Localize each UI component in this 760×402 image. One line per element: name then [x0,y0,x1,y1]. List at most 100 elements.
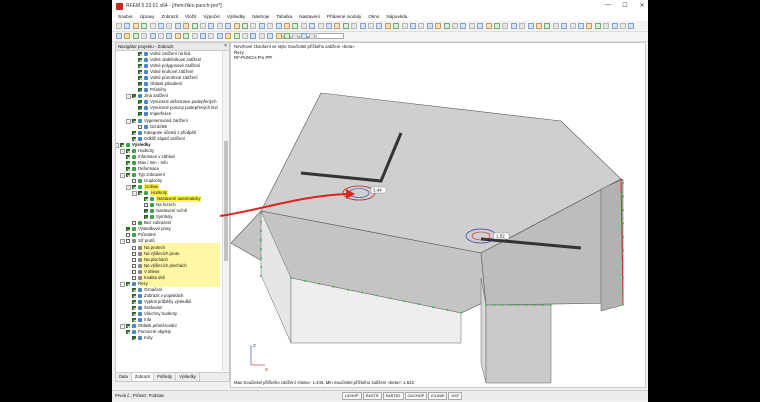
model-3d-view[interactable]: 1.44 1.52 Z X [231,43,646,388]
checkbox[interactable] [138,52,142,56]
toolbar-button[interactable] [317,23,324,29]
checkbox[interactable] [126,227,130,232]
toolbar-button[interactable] [376,23,383,29]
toolbar-button[interactable] [485,23,492,29]
toolbar-button[interactable] [368,23,374,29]
toolbar-button[interactable] [300,33,307,39]
toolbar-button[interactable] [200,23,206,29]
checkbox[interactable] [126,330,130,335]
toolbar-button[interactable] [116,33,122,39]
toolbar-button[interactable] [149,23,156,29]
toolbar-button[interactable] [603,23,610,29]
checkbox[interactable] [132,257,136,262]
toolbar-button[interactable] [174,33,181,39]
menu-settings[interactable]: Nastavení [299,13,320,21]
checkbox[interactable] [138,88,142,93]
toolbar-button[interactable] [166,33,173,39]
toolbar-button[interactable] [183,23,190,29]
maximize-button[interactable]: ☐ [621,2,629,9]
menu-help[interactable]: Nápověda [386,13,407,21]
checkbox[interactable] [138,124,142,129]
checkbox[interactable] [132,305,136,310]
toolbar-button[interactable] [258,23,265,29]
toolbar-button[interactable] [158,23,164,29]
toolbar-button[interactable] [191,33,198,39]
checkbox[interactable] [132,336,136,341]
toolbar-button[interactable] [300,23,307,29]
toolbar-button[interactable] [208,33,215,39]
toolbar-button[interactable] [166,23,173,29]
toolbar-button[interactable] [569,23,576,29]
menu-insert[interactable]: Vložit [185,13,196,21]
toolbar-button[interactable] [225,23,232,29]
tab-display[interactable]: Zobrazit [131,373,154,381]
toolbar-button[interactable] [250,23,257,29]
toolbar-button[interactable] [233,33,240,39]
checkbox[interactable] [138,112,142,117]
toolbar-button[interactable] [393,23,400,29]
toolbar-button[interactable] [334,23,341,29]
checkbox[interactable] [132,245,136,250]
checkbox[interactable] [126,281,130,286]
menu-table[interactable]: Tabulka [276,13,292,21]
checkbox[interactable] [126,324,130,329]
tab-data[interactable]: Data [116,373,132,381]
toolbar-button[interactable] [174,23,181,29]
model-viewport[interactable]: 1.44 1.52 Z X Nevrhové zkoušení ve stylu… [230,42,646,388]
toolbar-button[interactable] [544,23,551,29]
toolbar-button[interactable] [242,33,248,39]
checkbox[interactable] [132,318,136,323]
checkbox[interactable] [132,287,136,292]
toolbar-button[interactable] [225,33,232,39]
toolbar-button[interactable] [384,23,391,29]
toolbar-button[interactable] [351,23,358,29]
checkbox[interactable] [132,251,136,256]
menu-results[interactable]: Výsledky [227,13,245,21]
menu-window[interactable]: Okno [368,13,379,21]
toolbar-button[interactable] [452,23,458,29]
toolbar-button[interactable] [284,23,290,29]
checkbox[interactable] [138,106,142,111]
toolbar-button[interactable] [594,23,601,29]
toolbar-button[interactable] [275,33,282,39]
toolbar-button[interactable] [158,33,164,39]
menu-addons[interactable]: Přídavné moduly [327,13,361,21]
object-snap-button[interactable]: OUCHOP [404,392,428,400]
grid-button[interactable]: RASTR [362,392,382,400]
toolbar-button[interactable] [359,23,366,29]
checkbox[interactable] [138,64,142,69]
checkbox[interactable] [138,76,142,81]
checkbox[interactable] [132,293,136,298]
toolbar-button[interactable] [191,23,198,29]
checkbox[interactable] [138,100,142,105]
checkbox[interactable] [120,142,124,147]
toolbar-button[interactable] [309,23,316,29]
toolbar-button[interactable] [401,23,408,29]
tab-results[interactable]: Výsledky [176,373,200,381]
toolbar-button[interactable] [443,23,450,29]
dxf-button[interactable]: DXF [448,392,463,400]
toolbar-button[interactable] [267,23,274,29]
toolbar-button[interactable] [309,33,316,39]
checkbox[interactable] [132,312,136,317]
toolbar-button[interactable] [342,23,349,29]
tree-item[interactable]: Kóty [116,335,220,341]
cartesian-button[interactable]: KARTEZ [382,392,404,400]
toolbar-button[interactable] [216,23,223,29]
toolbar-button[interactable] [552,23,559,29]
toolbar-button[interactable] [116,23,122,29]
toolbar-button[interactable] [124,33,131,39]
toolbar-button[interactable] [132,23,139,29]
toolbar-button[interactable] [141,23,148,29]
toolbar-button[interactable] [141,33,148,39]
toolbar-button[interactable] [216,33,223,39]
checkbox[interactable] [126,172,130,177]
checkbox[interactable] [132,94,136,99]
toolbar-button[interactable] [292,33,299,39]
checkbox[interactable] [144,203,148,208]
checkbox[interactable] [126,148,130,153]
close-icon[interactable]: × [224,43,227,49]
menu-file[interactable]: Soubor [118,13,133,21]
tab-views[interactable]: Pohledy [154,373,177,381]
toolbar-button[interactable] [183,33,190,39]
